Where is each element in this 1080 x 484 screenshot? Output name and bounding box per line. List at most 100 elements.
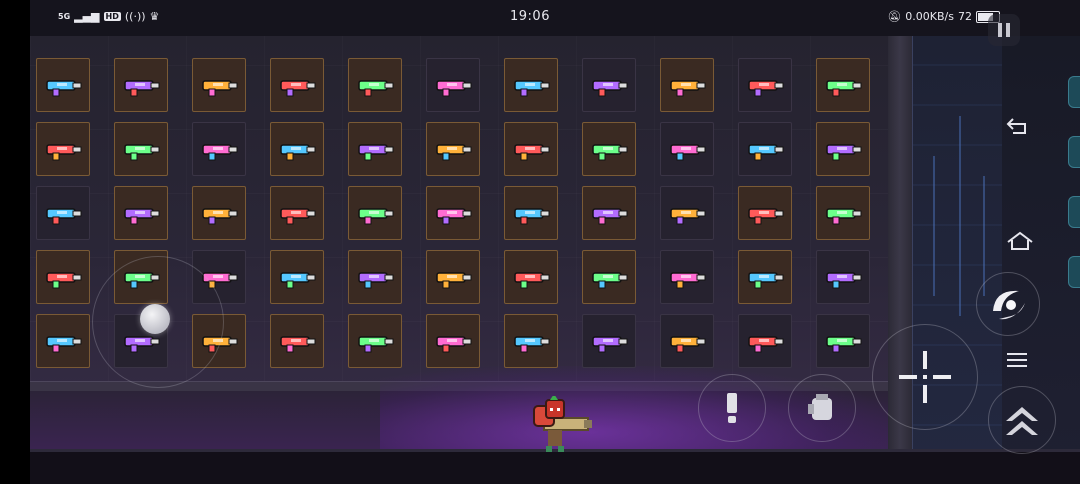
aim-button[interactable] xyxy=(872,324,978,430)
weapon-slot[interactable] xyxy=(582,122,636,176)
weapon-slot[interactable] xyxy=(426,314,480,368)
gun-icon xyxy=(46,144,82,161)
weapon-slot[interactable] xyxy=(738,314,792,368)
weapon-slot[interactable] xyxy=(192,58,246,112)
weapon-slot[interactable] xyxy=(660,58,714,112)
back-button[interactable] xyxy=(1005,116,1031,141)
weapon-slot[interactable] xyxy=(36,186,90,240)
gun-icon xyxy=(436,208,472,225)
exclamation-icon xyxy=(727,393,737,423)
weapon-slot[interactable] xyxy=(270,186,324,240)
gun-icon xyxy=(670,336,706,353)
gun-icon xyxy=(436,80,472,97)
weapon-slot[interactable] xyxy=(582,250,636,304)
home-icon xyxy=(1007,231,1033,250)
weapon-slot[interactable] xyxy=(114,186,168,240)
weapon-slot[interactable] xyxy=(270,122,324,176)
gun-icon xyxy=(202,144,238,161)
weapon-slot[interactable] xyxy=(660,250,714,304)
gun-icon xyxy=(748,336,784,353)
status-right: 🔕︎ 0.00KB/s 72 xyxy=(887,10,1000,23)
weapon-slot[interactable] xyxy=(504,314,558,368)
home-button[interactable] xyxy=(1005,230,1035,257)
weapon-slot[interactable] xyxy=(504,122,558,176)
gun-icon xyxy=(358,272,394,289)
weapon-slot[interactable] xyxy=(36,314,90,368)
weapon-slot[interactable] xyxy=(660,314,714,368)
weapon-slot[interactable] xyxy=(36,58,90,112)
gun-icon xyxy=(670,80,706,97)
gun-icon xyxy=(826,336,862,353)
gun-icon xyxy=(46,336,82,353)
weapon-slot[interactable] xyxy=(582,58,636,112)
hd-badge: HD xyxy=(103,12,121,21)
weapon-slot[interactable] xyxy=(348,122,402,176)
weapon-slot[interactable] xyxy=(582,186,636,240)
mute-icon: 🔕︎ xyxy=(887,10,902,23)
pause-button[interactable] xyxy=(988,14,1020,46)
pause-icon xyxy=(998,23,1010,37)
gun-icon xyxy=(46,80,82,97)
weapon-slot[interactable] xyxy=(426,122,480,176)
gun-icon xyxy=(826,272,862,289)
network-speed: 0.00KB/s xyxy=(905,10,954,23)
gun-icon xyxy=(124,80,160,97)
weapon-slot[interactable] xyxy=(738,186,792,240)
weapon-slot[interactable] xyxy=(192,122,246,176)
weapon-slot[interactable] xyxy=(348,186,402,240)
interact-button[interactable] xyxy=(698,374,766,442)
weapon-slot[interactable] xyxy=(426,58,480,112)
gun-icon xyxy=(514,80,550,97)
weapon-slot[interactable] xyxy=(36,122,90,176)
weapon-slot[interactable] xyxy=(270,250,324,304)
skill-button[interactable] xyxy=(976,272,1040,336)
gun-icon xyxy=(514,208,550,225)
weapon-slot[interactable] xyxy=(582,314,636,368)
weapon-slot[interactable] xyxy=(36,250,90,304)
gun-icon xyxy=(436,144,472,161)
gem-icon xyxy=(1068,136,1080,168)
menu-icon xyxy=(1007,353,1027,367)
gun-icon xyxy=(592,80,628,97)
double-chevron-up-icon xyxy=(1006,407,1038,435)
weapon-slot[interactable] xyxy=(738,122,792,176)
swap-weapon-button[interactable] xyxy=(788,374,856,442)
weapon-slot[interactable] xyxy=(660,122,714,176)
weapon-slot[interactable] xyxy=(504,186,558,240)
weapon-slot[interactable] xyxy=(816,122,870,176)
gun-icon xyxy=(46,272,82,289)
jump-button[interactable] xyxy=(988,386,1056,454)
gun-icon xyxy=(280,208,316,225)
weapon-slot[interactable] xyxy=(816,250,870,304)
weapon-slot[interactable] xyxy=(504,58,558,112)
gun-icon xyxy=(826,80,862,97)
weapon-slot[interactable] xyxy=(348,314,402,368)
weapon-slot[interactable] xyxy=(426,186,480,240)
weapon-slot[interactable] xyxy=(738,250,792,304)
weapon-slot[interactable] xyxy=(270,58,324,112)
gun-icon xyxy=(358,336,394,353)
gun-icon xyxy=(124,208,160,225)
gun-icon xyxy=(670,144,706,161)
weapon-slot[interactable] xyxy=(816,186,870,240)
weapon-slot[interactable] xyxy=(738,58,792,112)
weapon-slot[interactable] xyxy=(816,58,870,112)
dash-swirl-icon xyxy=(993,290,1025,320)
weapon-slot[interactable] xyxy=(816,314,870,368)
weapon-slot[interactable] xyxy=(114,58,168,112)
weapon-slot[interactable] xyxy=(660,186,714,240)
weapon-swap-icon xyxy=(808,394,832,420)
weapon-slot[interactable] xyxy=(270,314,324,368)
gun-icon xyxy=(358,80,394,97)
weapon-slot[interactable] xyxy=(192,186,246,240)
menu-button[interactable] xyxy=(1005,350,1029,375)
weapon-slot[interactable] xyxy=(426,250,480,304)
joystick-knob[interactable] xyxy=(140,304,170,334)
weapon-slot[interactable] xyxy=(348,58,402,112)
weapon-slot[interactable] xyxy=(114,122,168,176)
gem-icon xyxy=(1068,256,1080,288)
gun-icon xyxy=(280,144,316,161)
weapon-slot[interactable] xyxy=(348,250,402,304)
weapon-slot[interactable] xyxy=(504,250,558,304)
gun-icon xyxy=(436,272,472,289)
